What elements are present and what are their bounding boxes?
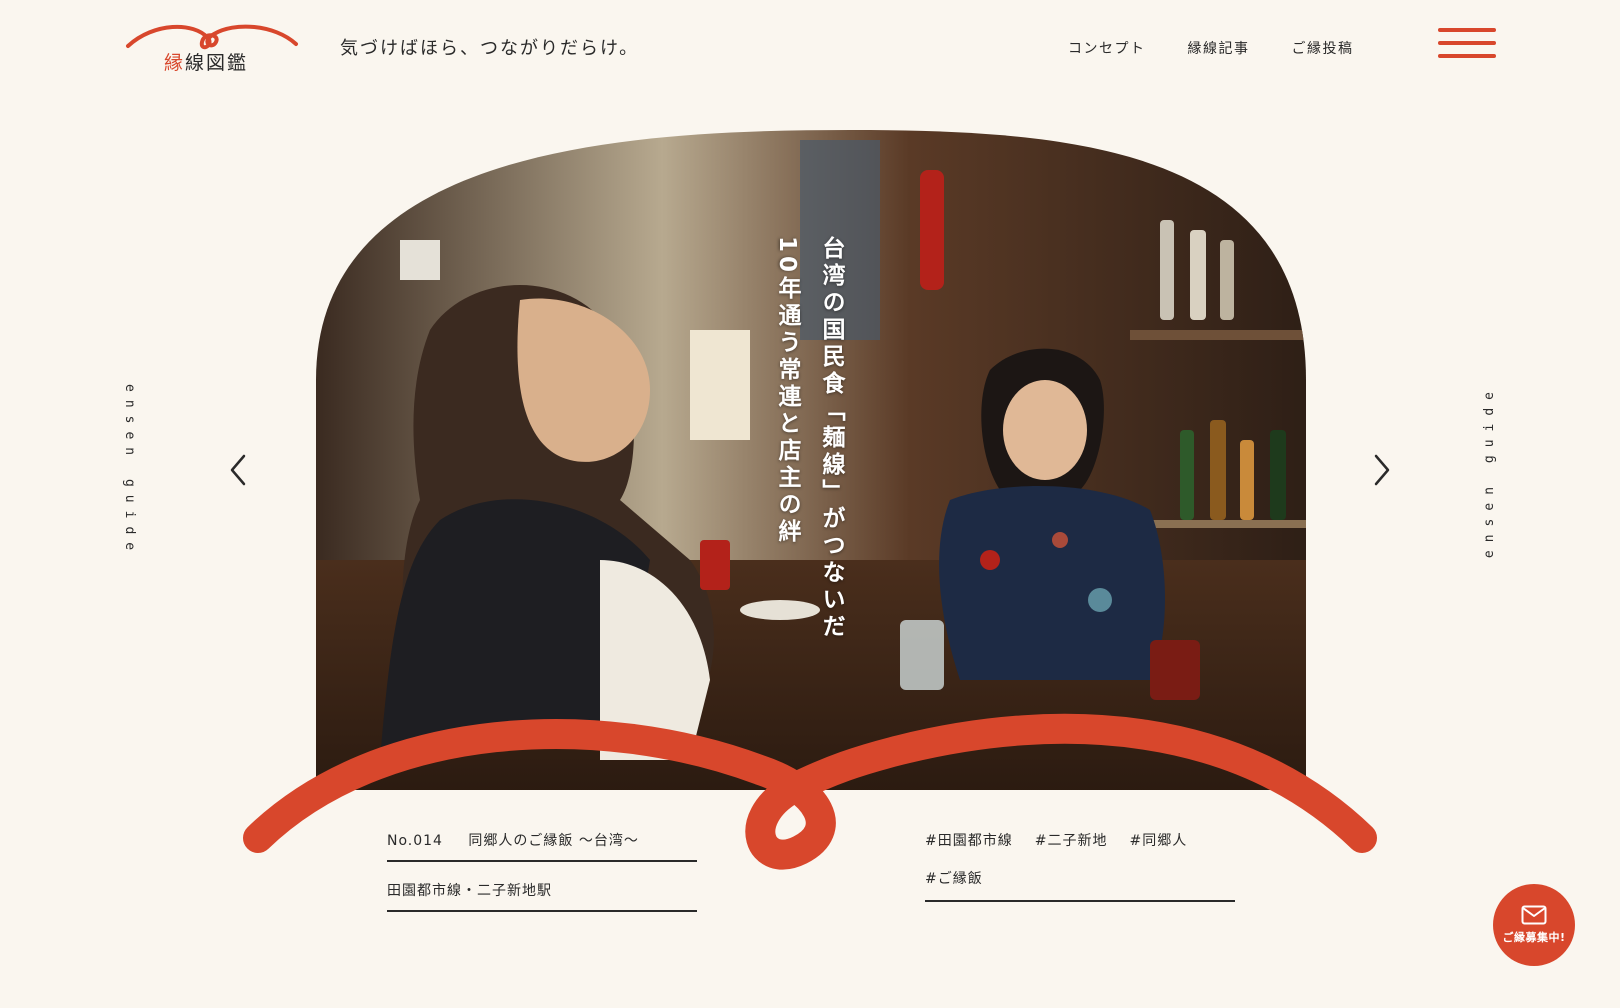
page: 縁線図鑑 気づけばほら、つながりだらけ。 コンセプト 縁線記事 ご縁投稿 ens… xyxy=(0,0,1620,1008)
chevron-right-icon[interactable] xyxy=(1368,450,1396,490)
tag-doukyoujin[interactable]: #同郷人 xyxy=(1129,830,1187,850)
contact-label: ご縁募集中! xyxy=(1502,931,1566,944)
article-series: 同郷人のご縁飯 〜台湾〜 xyxy=(468,833,639,849)
hero-title-line-2: 10年通う常連と店主の絆 xyxy=(774,236,800,547)
hero-title-line-1: 台湾の国民食「麺線」がつないだ xyxy=(818,236,844,641)
contact-button[interactable]: ご縁募集中! xyxy=(1493,884,1575,966)
article-station[interactable]: 田園都市線・二子新地駅 xyxy=(387,876,697,912)
article-tags: #田園都市線 #二子新地 #同郷人 #ご縁飯 xyxy=(925,830,1235,902)
article-meta: No.014 同郷人のご縁飯 〜台湾〜 田園都市線・二子新地駅 xyxy=(387,826,697,912)
hero-slide[interactable]: 台湾の国民食「麺線」がつないだ 10年通う常連と店主の絆 xyxy=(0,0,1620,1008)
chevron-left-icon[interactable] xyxy=(224,450,252,490)
tag-futako-shinchi[interactable]: #二子新地 xyxy=(1035,830,1108,850)
tag-goenmeshi[interactable]: #ご縁飯 xyxy=(925,868,983,888)
tag-denentoshi-line[interactable]: #田園都市線 xyxy=(925,830,1013,850)
mail-icon xyxy=(1521,905,1547,925)
article-number: No.014 xyxy=(387,833,443,849)
hero-photo xyxy=(243,130,1377,870)
article-series-row[interactable]: No.014 同郷人のご縁飯 〜台湾〜 xyxy=(387,826,697,862)
